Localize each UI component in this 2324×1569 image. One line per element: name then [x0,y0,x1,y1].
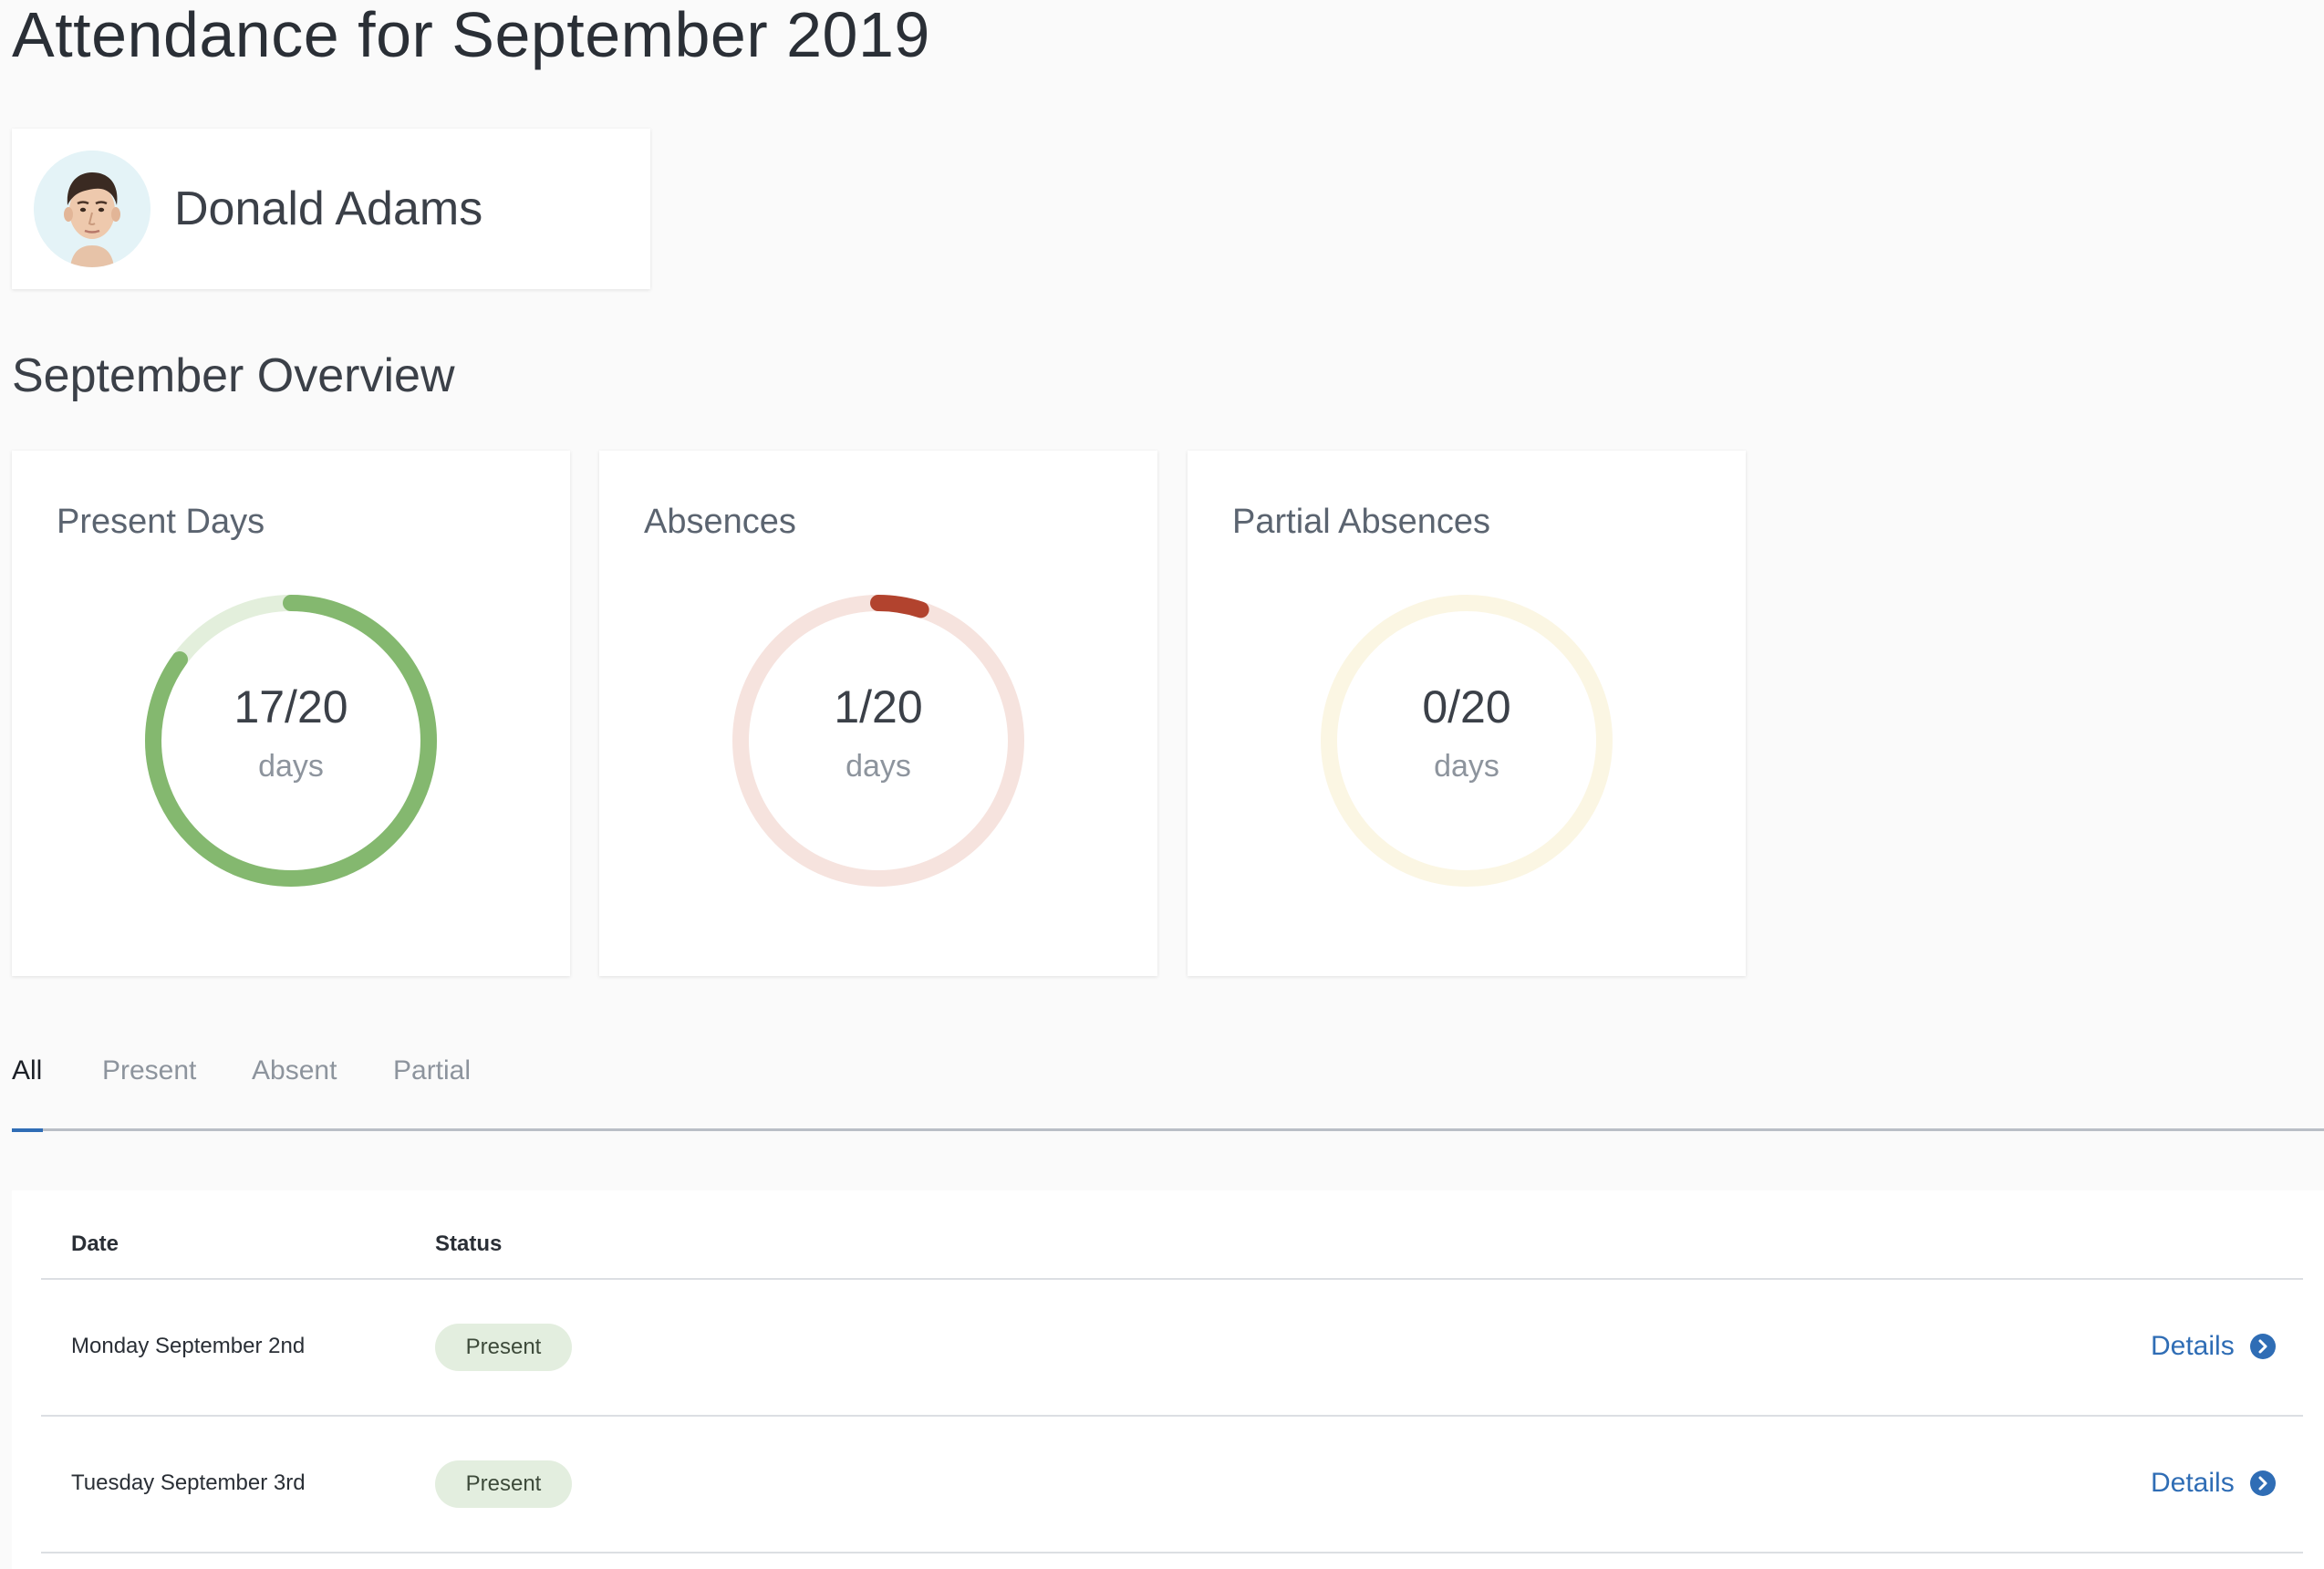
chevron-right-circle-icon [2249,1334,2276,1359]
attendance-page: Attendance for September 2019 Donald Ada… [0,0,2324,1569]
absences-card: Absences 1/20 days [599,451,1157,976]
stat-unit: days [1434,749,1499,784]
avatar [34,151,150,267]
partial-absences-ring [1321,595,1613,887]
details-label: Details [2151,1468,2235,1498]
header-divider [41,1278,2303,1280]
tab-present[interactable]: Present [102,1053,196,1089]
ring-track [1321,595,1613,887]
avatar-photo-icon [34,151,150,267]
row-divider [41,1415,2303,1417]
column-header-status: Status [435,1231,503,1256]
details-link[interactable]: Details [2151,1467,2277,1500]
column-header-date: Date [71,1231,119,1256]
tab-absent[interactable]: Absent [252,1053,337,1089]
partial-absences-card: Partial Absences 0/20 days [1188,451,1746,976]
stat-value: 0/20 [1422,681,1511,733]
tab-partial[interactable]: Partial [393,1053,471,1089]
chevron-right-circle-icon [2249,1470,2276,1496]
stat-card-title: Partial Absences [1232,503,1491,541]
status-badge: Present [435,1324,572,1371]
row-divider [41,1552,2303,1553]
present-days-ring [145,595,437,887]
present-days-card: Present Days 17/20 days [12,451,570,976]
stat-unit: days [258,749,324,784]
stat-unit: days [846,749,911,784]
stat-card-title: Absences [644,503,796,541]
details-link[interactable]: Details [2151,1330,2277,1363]
status-badge: Present [435,1460,572,1508]
row-date: Tuesday September 3rd [71,1470,306,1495]
absences-ring [732,595,1024,887]
filter-tabs: All Present Absent Partial [12,1040,2324,1132]
attendance-table: Date Status Monday September 2nd Present… [12,1190,2324,1569]
overview-title: September Overview [12,349,455,402]
student-card: Donald Adams [12,129,650,289]
details-label: Details [2151,1331,2235,1361]
stat-value: 1/20 [834,681,923,733]
active-tab-indicator [12,1128,43,1132]
tab-all[interactable]: All [12,1053,42,1089]
student-name: Donald Adams [174,182,483,235]
page-title: Attendance for September 2019 [12,0,930,70]
stat-value: 17/20 [233,681,348,733]
row-date: Monday September 2nd [71,1334,306,1358]
stat-card-title: Present Days [57,503,265,541]
ring-track [732,595,1024,887]
tabs-divider [12,1128,2324,1131]
